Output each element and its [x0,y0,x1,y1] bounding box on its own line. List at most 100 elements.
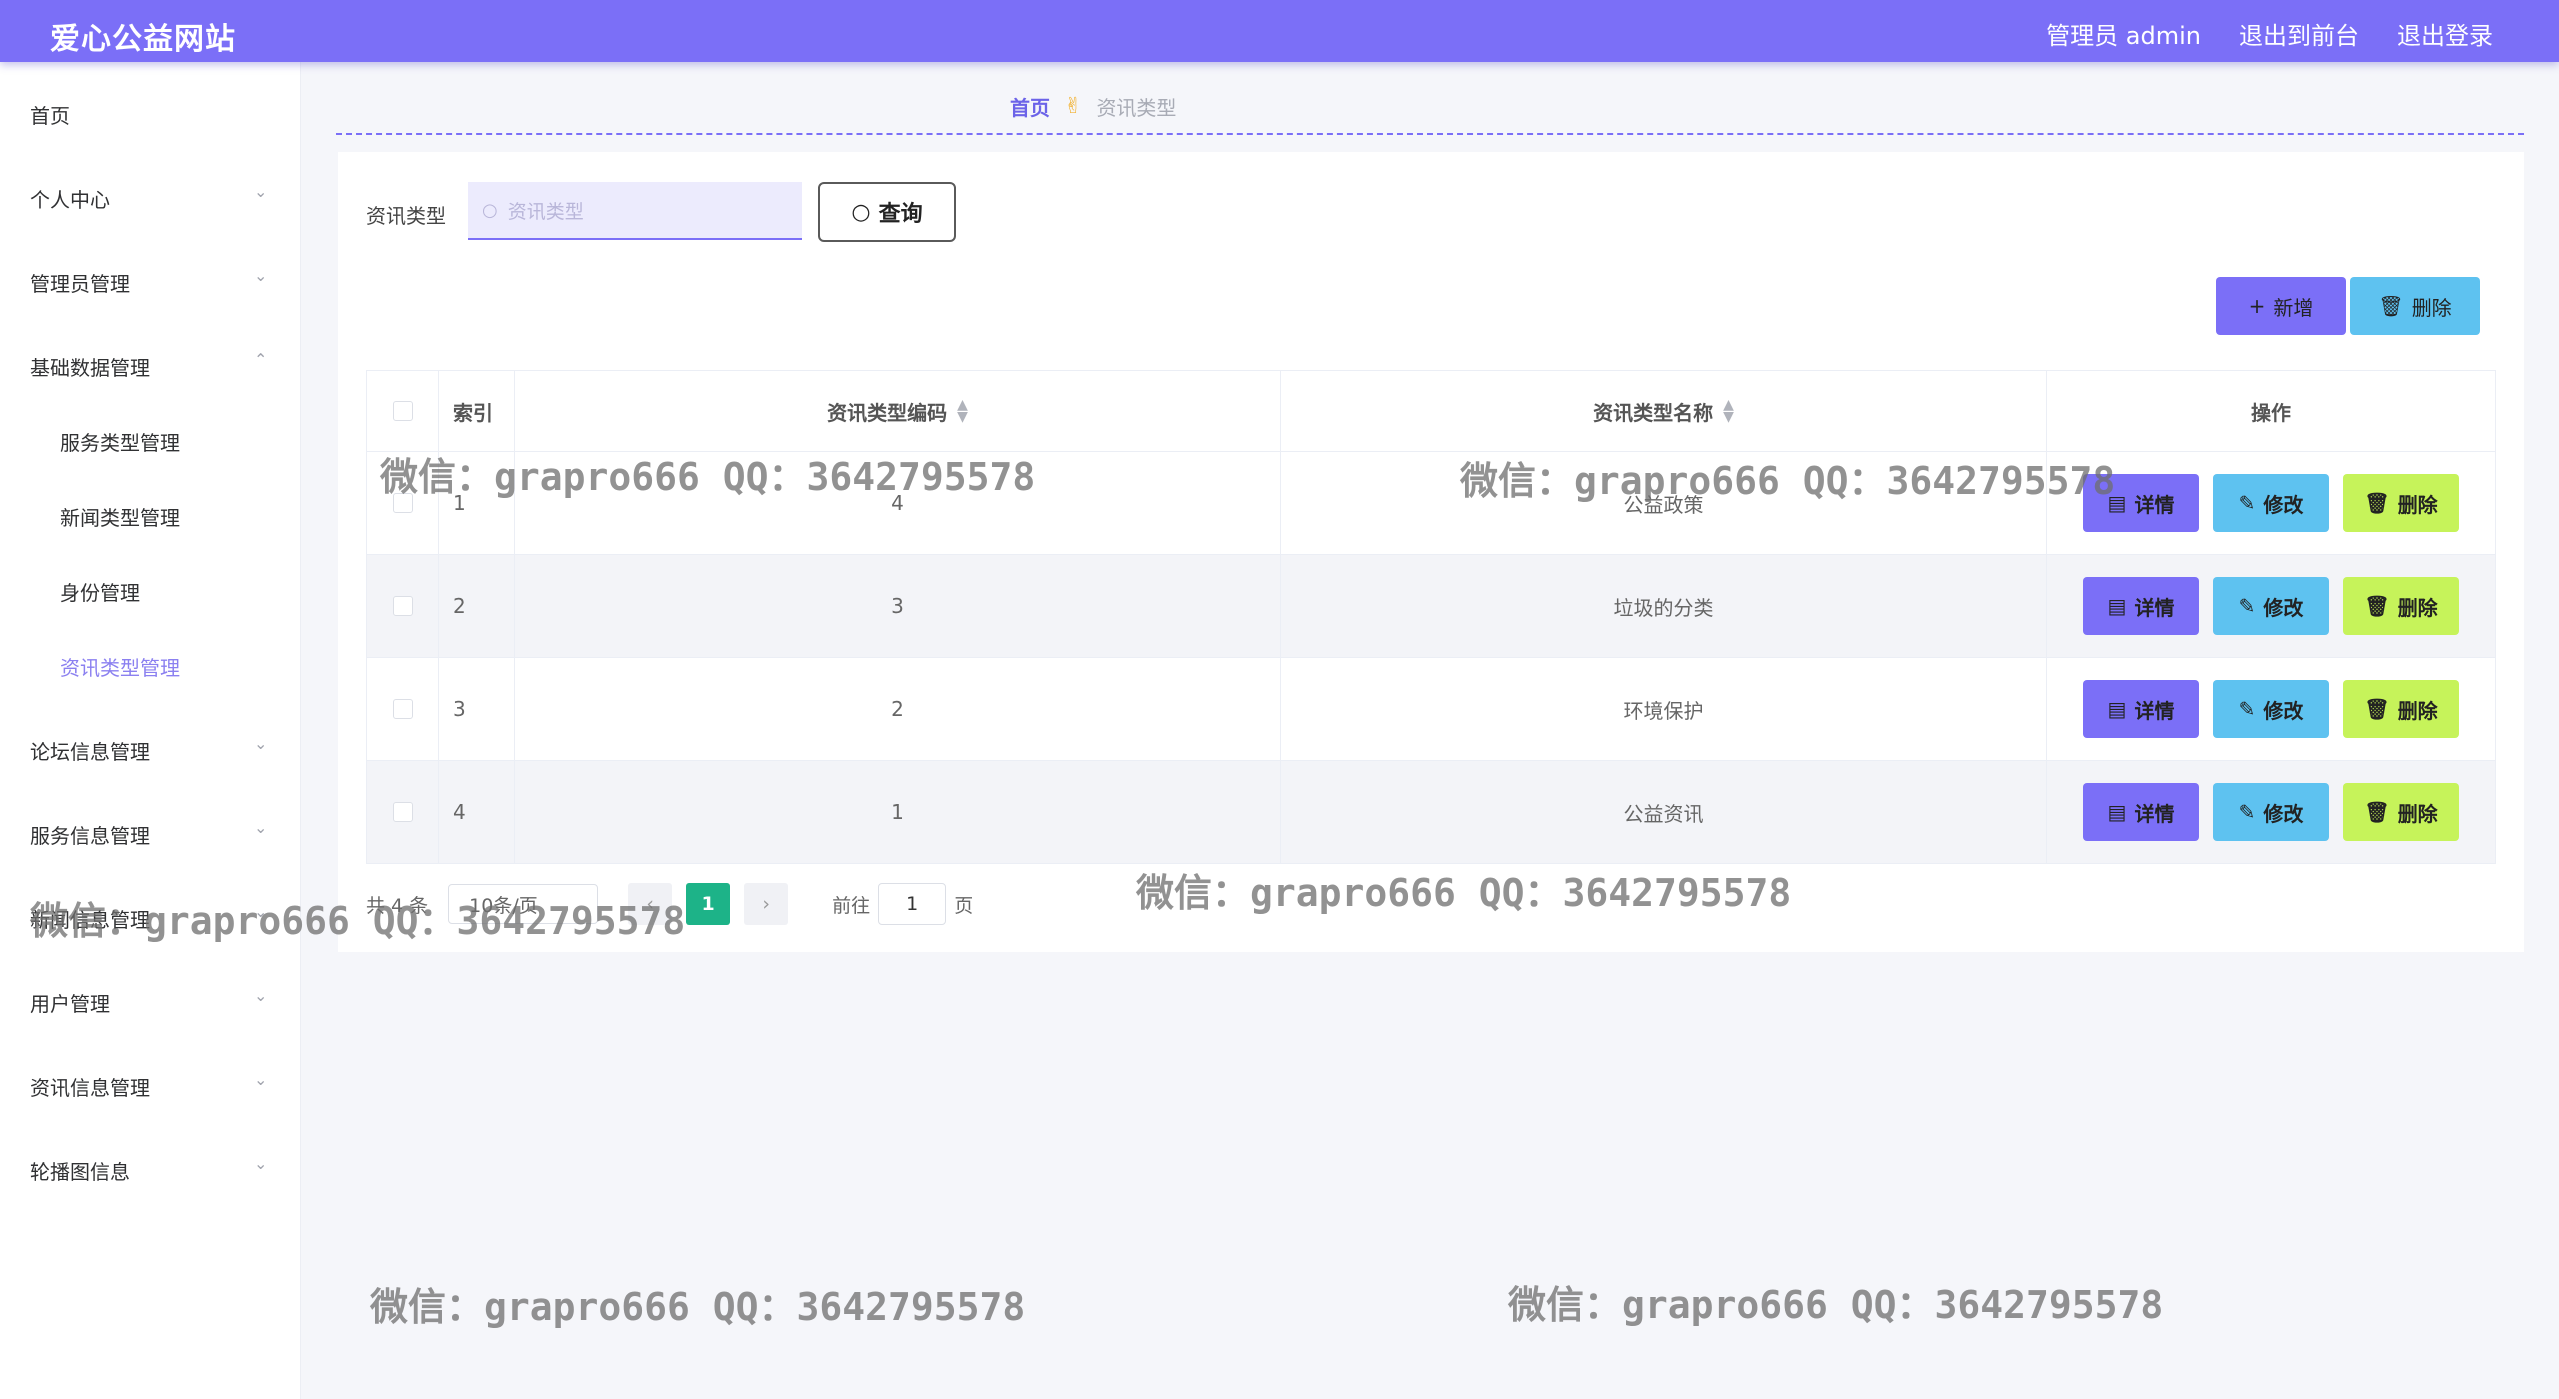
logout-link[interactable]: 退出登录 [2397,16,2493,51]
sort-icon[interactable]: ▲ ▼ [1723,398,1734,424]
row-checkbox[interactable] [392,699,413,719]
search-icon: ○ [851,199,871,225]
sidebar-item-carousel[interactable]: 轮播图信息 ⌄ [0,1148,300,1188]
table-row: 1 4 公益政策 ▤ 详情 ✎ 修改 🗑 删除 [367,452,2495,555]
chevron-down-icon: ⌄ [254,1154,268,1173]
column-header-code-label: 资讯类型编码 [827,400,948,425]
row-check-cell [367,761,439,863]
search-label: 资讯类型 [366,204,446,228]
pencil-icon: ✎ [2238,491,2256,515]
sidebar-item-label: 首页 [30,104,70,128]
header-check-cell [367,371,439,451]
cell-actions: ▤ 详情 ✎ 修改 🗑 删除 [2047,452,2495,554]
sidebar-item-forum[interactable]: 论坛信息管理 ⌄ [0,728,300,768]
detail-button[interactable]: ▤ 详情 [2083,783,2199,841]
table-row: 2 3 垃圾的分类 ▤ 详情 ✎ 修改 🗑 删除 [367,555,2495,658]
column-header-code[interactable]: 资讯类型编码 ▲ ▼ [515,371,1281,451]
cell-code: 4 [515,452,1281,554]
detail-button[interactable]: ▤ 详情 [2083,680,2199,738]
admin-user-link[interactable]: 管理员 admin [2046,16,2201,51]
trash-icon: 🗑 [2364,594,2390,618]
page-number-button[interactable]: 1 [686,883,731,925]
row-check-cell [367,452,439,554]
sidebar-item-service-info[interactable]: 服务信息管理 ⌄ [0,812,300,852]
sidebar-item-basic-data[interactable]: 基础数据管理 ⌃ [0,344,300,384]
top-bar: 爱心公益网站 管理员 admin 退出到前台 退出登录 [0,0,2559,62]
chevron-down-icon: ⌄ [254,1070,268,1089]
row-checkbox[interactable] [392,802,413,822]
back-to-frontend-link[interactable]: 退出到前台 [2239,16,2359,51]
sidebar-item-label: 服务信息管理 [30,824,150,848]
chevron-down-icon: ⌄ [254,902,268,921]
sidebar-item-users[interactable]: 用户管理 ⌄ [0,980,300,1020]
edit-button[interactable]: ✎ 修改 [2213,783,2329,841]
next-page-button[interactable]: › [744,883,789,925]
edit-button[interactable]: ✎ 修改 [2213,474,2329,532]
pencil-icon: ✎ [2238,594,2256,618]
cell-actions: ▤ 详情 ✎ 修改 🗑 删除 [2047,761,2495,863]
sidebar-item-info[interactable]: 资讯信息管理 ⌄ [0,1064,300,1104]
sidebar-item-label: 基础数据管理 [30,356,150,380]
sidebar-item-news-info[interactable]: 新闻信息管理 ⌄ [0,896,300,936]
pencil-icon: ✎ [2238,697,2256,721]
sidebar-item-news-type[interactable]: 新闻类型管理 [0,494,300,534]
top-links: 管理员 admin 退出到前台 退出登录 [2046,16,2493,51]
goto-label: 前往 [832,894,871,917]
edit-label: 修改 [2263,492,2304,517]
sidebar-item-identity[interactable]: 身份管理 [0,569,300,609]
goto-page-input[interactable]: 1 [878,883,947,925]
victory-hand-icon: ✌ [1064,94,1083,119]
column-header-name-label: 资讯类型名称 [1593,400,1714,425]
content-panel: 资讯类型 ○ 资讯类型 ○ 查询 + 新增 🗑 删除 索引 资讯类型编码 ▲ ▼ 资… [338,152,2524,952]
detail-button[interactable]: ▤ 详情 [2083,577,2199,635]
watermark: 微信：grapro666 QQ：3642795578 [370,1285,1026,1329]
add-button-label: 新增 [2273,295,2314,320]
delete-button[interactable]: 🗑 删除 [2343,783,2459,841]
delete-button[interactable]: 🗑 删除 [2343,474,2459,532]
cell-index: 1 [439,452,515,554]
trash-icon: 🗑 [2378,294,2404,318]
add-button[interactable]: + 新增 [2216,277,2346,335]
sort-icon[interactable]: ▲ ▼ [957,398,968,424]
edit-label: 修改 [2263,595,2304,620]
sidebar-item-info-type[interactable]: 资讯类型管理 [0,644,300,684]
breadcrumb-home[interactable]: 首页 [1010,92,1050,121]
page-suffix-label: 页 [954,894,974,917]
pagination-total: 共 4 条 [366,894,429,917]
detail-button[interactable]: ▤ 详情 [2083,474,2199,532]
sidebar-item-label: 用户管理 [30,992,110,1016]
prev-page-button[interactable]: ‹ [628,883,673,925]
trash-icon: 🗑 [2364,491,2390,515]
sidebar-item-label: 资讯信息管理 [30,1076,150,1100]
sidebar-item-label: 个人中心 [30,188,110,212]
edit-button[interactable]: ✎ 修改 [2213,577,2329,635]
data-table: 索引 资讯类型编码 ▲ ▼ 资讯类型名称 ▲ ▼ 操作 1 4 公益政策 ▤ 详情 ✎ 修改… [366,370,2496,864]
sidebar-item-admin-management[interactable]: 管理员管理 ⌄ [0,260,300,300]
column-header-name[interactable]: 资讯类型名称 ▲ ▼ [1281,371,2047,451]
row-check-cell [367,658,439,760]
sidebar-item-personal-center[interactable]: 个人中心 ⌄ [0,176,300,216]
batch-delete-button[interactable]: 🗑 删除 [2350,277,2480,335]
cell-code: 1 [515,761,1281,863]
document-icon: ▤ [2107,491,2127,515]
sidebar-item-label: 服务类型管理 [60,431,180,455]
sidebar-item-label: 轮播图信息 [30,1160,130,1184]
select-all-checkbox[interactable] [392,401,413,421]
edit-button[interactable]: ✎ 修改 [2213,680,2329,738]
search-input[interactable]: ○ 资讯类型 [468,182,802,240]
cell-code: 2 [515,658,1281,760]
delete-button[interactable]: 🗑 删除 [2343,680,2459,738]
column-header-index: 索引 [439,371,515,451]
query-button[interactable]: ○ 查询 [818,182,956,242]
pencil-icon: ✎ [2238,800,2256,824]
detail-label: 详情 [2134,595,2175,620]
row-checkbox[interactable] [392,493,413,513]
row-checkbox[interactable] [392,596,413,616]
chevron-up-icon: ⌃ [254,350,268,369]
sidebar-item-home[interactable]: 首页 [0,92,300,132]
chevron-right-icon: › [762,893,770,915]
page-size-select[interactable]: 10条/页 [448,884,599,924]
cell-index: 3 [439,658,515,760]
sidebar-item-service-type[interactable]: 服务类型管理 [0,419,300,459]
delete-button[interactable]: 🗑 删除 [2343,577,2459,635]
